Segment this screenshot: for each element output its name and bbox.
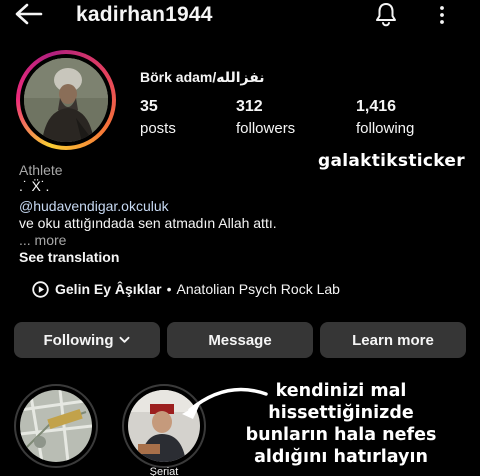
song-title: Gelin Ey Âşıklar [55, 281, 162, 297]
caption-line: bunların hala nefes [245, 425, 437, 445]
bio-text: ve oku attığındada sen atmadın Allah att… [19, 215, 277, 231]
top-bar: kadirhan1944 [0, 0, 480, 30]
music-separator: • [166, 281, 172, 297]
posts-count[interactable]: 35 [140, 98, 158, 116]
following-button[interactable]: Following [14, 322, 160, 358]
avatar-photo [24, 58, 108, 142]
profile-avatar[interactable] [16, 50, 116, 150]
profile-username: kadirhan1944 [76, 3, 213, 26]
posts-label[interactable]: posts [140, 120, 176, 137]
message-button-label: Message [208, 331, 272, 349]
see-translation-link[interactable]: See translation [19, 249, 119, 265]
caption-line: aldığını hatırlayın [254, 447, 428, 467]
followers-count[interactable]: 312 [236, 98, 263, 116]
play-circle-icon [32, 280, 49, 298]
message-button[interactable]: Message [167, 322, 313, 358]
arrow-left-icon[interactable] [14, 3, 44, 25]
highlight-label: Şeriat [149, 466, 179, 476]
more-vertical-icon[interactable] [435, 3, 449, 27]
profile-music[interactable]: Gelin Ey Âşıklar • Anatolian Psych Rock … [32, 279, 340, 299]
chevron-down-icon [120, 336, 130, 343]
following-label[interactable]: following [356, 120, 414, 137]
learn-more-button-label: Learn more [352, 331, 434, 349]
bell-icon[interactable] [373, 1, 399, 27]
bio-more-link[interactable]: ... more [19, 232, 66, 248]
watermark-sticker: galaktiksticker [318, 151, 465, 171]
bio-mention-link[interactable]: @hudavendigar.okculuk [19, 198, 169, 214]
caption-line: kendinizi mal [275, 381, 407, 401]
followers-label[interactable]: followers [236, 120, 295, 137]
learn-more-button[interactable]: Learn more [320, 322, 466, 358]
highlight-item[interactable] [14, 384, 98, 468]
overlay-caption: kendinizi mal hissettiğinizde bunların h… [226, 380, 456, 468]
caption-line: hissettiğinizde [268, 403, 414, 423]
following-button-label: Following [43, 331, 114, 349]
profile-category: Athlete [19, 162, 63, 178]
following-count[interactable]: 1,416 [356, 98, 396, 116]
bio-decoration: .˙ Ẍ˙. [19, 178, 50, 194]
highlight-cover-map [20, 390, 92, 462]
song-artist: Anatolian Psych Rock Lab [176, 281, 340, 297]
display-name: Börk adam/نفزالله [140, 69, 265, 85]
